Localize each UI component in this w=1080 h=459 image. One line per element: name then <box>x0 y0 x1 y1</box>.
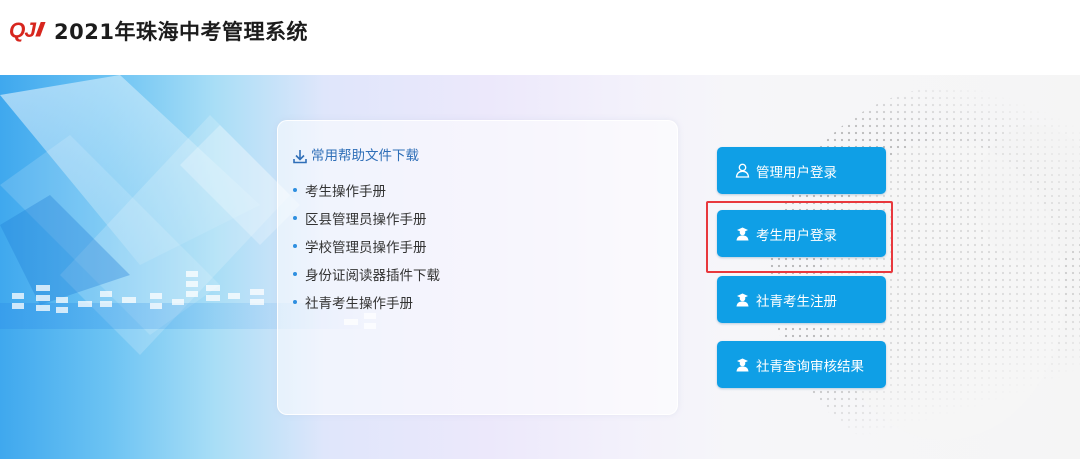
logo-slashes: /// <box>36 20 44 41</box>
bullet-icon <box>293 188 297 192</box>
page-title: 2021年珠海中考管理系统 <box>54 20 308 44</box>
admin-login-button[interactable]: 管理用户登录 <box>717 147 886 194</box>
bullet-icon <box>293 300 297 304</box>
help-item-label: 学校管理员操作手册 <box>305 240 427 256</box>
social-query-button[interactable]: 社青查询审核结果 <box>717 341 886 388</box>
social-query-label: 社青查询审核结果 <box>756 358 864 375</box>
help-item-social-student-manual[interactable]: 社青考生操作手册 <box>293 288 440 316</box>
bullet-icon <box>293 244 297 248</box>
bullet-icon <box>293 216 297 220</box>
social-register-button[interactable]: 社青考生注册 <box>717 276 886 323</box>
help-item-school-admin-manual[interactable]: 学校管理员操作手册 <box>293 232 440 260</box>
student-login-button[interactable]: 考生用户登录 <box>717 210 886 257</box>
download-icon <box>293 149 307 164</box>
help-title-label: 常用帮助文件下载 <box>311 148 419 164</box>
help-item-label: 社青考生操作手册 <box>305 296 413 312</box>
help-title: 常用帮助文件下载 <box>293 147 419 165</box>
admin-user-icon <box>735 163 750 178</box>
help-item-student-manual[interactable]: 考生操作手册 <box>293 176 440 204</box>
student-user-icon <box>735 357 750 372</box>
student-login-label: 考生用户登录 <box>756 227 837 244</box>
social-register-label: 社青考生注册 <box>756 293 837 310</box>
help-list: 考生操作手册 区县管理员操作手册 学校管理员操作手册 身份证阅读器插件下载 社青… <box>293 176 440 316</box>
help-item-district-admin-manual[interactable]: 区县管理员操作手册 <box>293 204 440 232</box>
header: QJ /// 2021年珠海中考管理系统 <box>0 0 1080 75</box>
help-item-label: 考生操作手册 <box>305 184 386 200</box>
help-panel: 常用帮助文件下载 考生操作手册 区县管理员操作手册 学校管理员操作手册 身份证阅… <box>277 120 678 415</box>
help-item-label: 身份证阅读器插件下载 <box>305 268 440 284</box>
help-item-label: 区县管理员操作手册 <box>305 212 427 228</box>
student-user-icon <box>735 226 750 241</box>
help-item-id-reader-plugin[interactable]: 身份证阅读器插件下载 <box>293 260 440 288</box>
logo-text: QJ <box>9 19 36 42</box>
bullet-icon <box>293 272 297 276</box>
banner: 常用帮助文件下载 考生操作手册 区县管理员操作手册 学校管理员操作手册 身份证阅… <box>0 75 1080 459</box>
logo: QJ /// <box>9 19 44 42</box>
admin-login-label: 管理用户登录 <box>756 164 837 181</box>
student-user-icon <box>735 292 750 307</box>
page: QJ /// 2021年珠海中考管理系统 常用帮助文件下载 考生操作手册 区县管… <box>0 0 1080 459</box>
